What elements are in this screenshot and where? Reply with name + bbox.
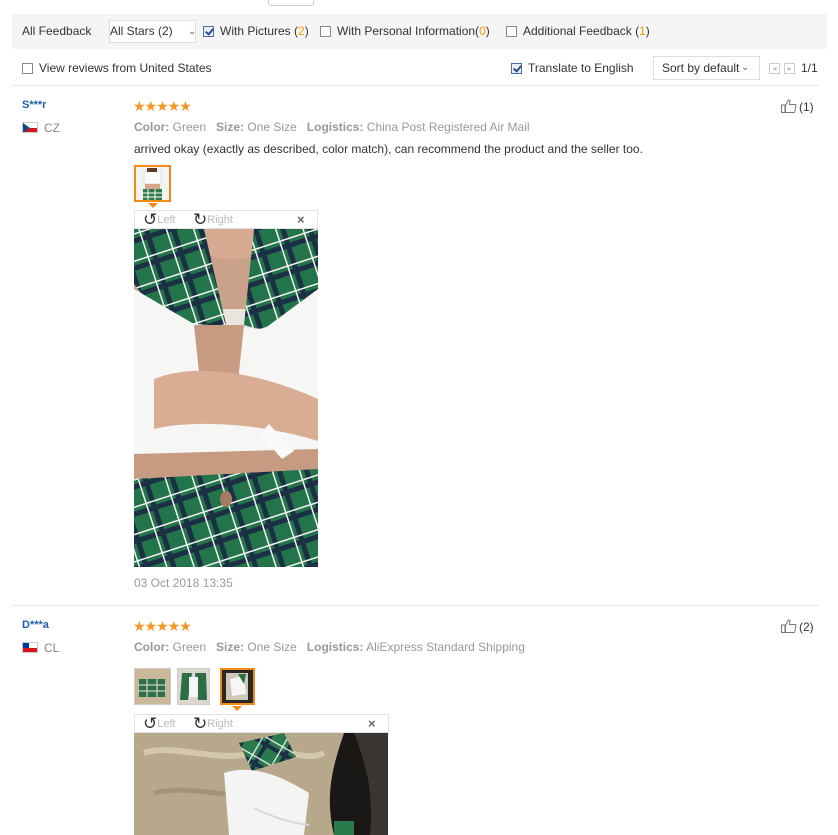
thumbs-up-icon [781,619,797,633]
country-code: CZ [44,121,60,135]
czech-flag-icon [22,122,38,133]
order-attributes: Color: Green Size: One Size Logistics: A… [134,640,525,654]
rotate-right-icon: ↻ [193,714,208,733]
all-stars-select[interactable]: All Stars (2) ⌄ [109,20,196,43]
rotate-left-button[interactable]: ↺Left [143,715,176,733]
personal-info-filter[interactable]: With Personal Information(0) [320,14,490,49]
country-code: CL [44,641,60,655]
prev-page-icon[interactable]: ◂ [769,63,780,74]
review-date: 03 Oct 2018 13:35 [134,576,233,590]
all-stars-label: All Stars (2) [110,24,173,38]
thumbs-up-icon [781,99,797,113]
page-indicator: 1/1 [801,61,818,75]
all-feedback-tab[interactable]: All Feedback [22,14,91,49]
helpful-button[interactable]: (2) [781,619,814,634]
rotate-left-icon: ↺ [143,210,158,229]
close-icon[interactable]: × [368,716,376,731]
reviewer-name[interactable]: D***a [22,619,49,631]
translate-option[interactable]: Translate to English [511,52,634,85]
rotate-right-icon: ↻ [193,210,208,229]
rotate-left-button[interactable]: ↺Left [143,211,176,229]
rotate-left-icon: ↺ [143,714,158,733]
next-page-icon[interactable]: ▸ [784,63,795,74]
photo-viewer-toolbar: ↺Left ↻Right × [134,210,318,229]
rotate-right-button[interactable]: ↻Right [193,715,233,733]
photo-viewer-toolbar: ↺Left ↻Right × [134,714,389,733]
review-photo-thumbnail[interactable] [177,668,210,705]
review-photo-thumbnail[interactable] [134,668,171,705]
translate-checkbox[interactable] [511,63,522,74]
review-options-row: View reviews from United States Translat… [12,52,827,85]
divider [12,85,819,86]
chevron-down-icon: ⌄ [188,26,197,37]
with-pictures-filter[interactable]: With Pictures (2) [203,14,309,49]
star-rating: ★★★★★ [133,98,192,114]
selected-pointer [148,203,158,208]
order-attributes: Color: Green Size: One Size Logistics: C… [134,120,530,134]
helpful-button[interactable]: (1) [781,99,814,114]
sort-select[interactable]: Sort by default ⌄ [653,56,760,80]
chevron-down-icon: ⌄ [741,62,750,73]
review-photo [134,229,318,567]
sort-label: Sort by default [662,61,740,75]
review-photo [134,733,388,835]
star-rating: ★★★★★ [133,618,192,634]
top-tab-stub [268,0,314,6]
with-pictures-checkbox[interactable] [203,26,214,37]
review-comment: arrived okay (exactly as described, colo… [134,142,643,156]
additional-feedback-checkbox[interactable] [506,26,517,37]
divider [12,605,819,606]
review-photo-thumbnail[interactable] [220,668,255,705]
reviewer-name[interactable]: S***r [22,99,46,111]
rotate-right-button[interactable]: ↻Right [193,211,233,229]
feedback-filter-bar: All Feedback All Stars (2) ⌄ With Pictur… [12,14,827,49]
selected-pointer [232,706,242,711]
view-us-checkbox[interactable] [22,63,33,74]
review-photo-thumbnail[interactable] [134,165,171,202]
personal-info-checkbox[interactable] [320,26,331,37]
close-icon[interactable]: × [297,212,305,227]
view-us-reviews-option[interactable]: View reviews from United States [22,52,212,85]
chile-flag-icon [22,642,38,653]
additional-feedback-filter[interactable]: Additional Feedback (1) [506,14,650,49]
